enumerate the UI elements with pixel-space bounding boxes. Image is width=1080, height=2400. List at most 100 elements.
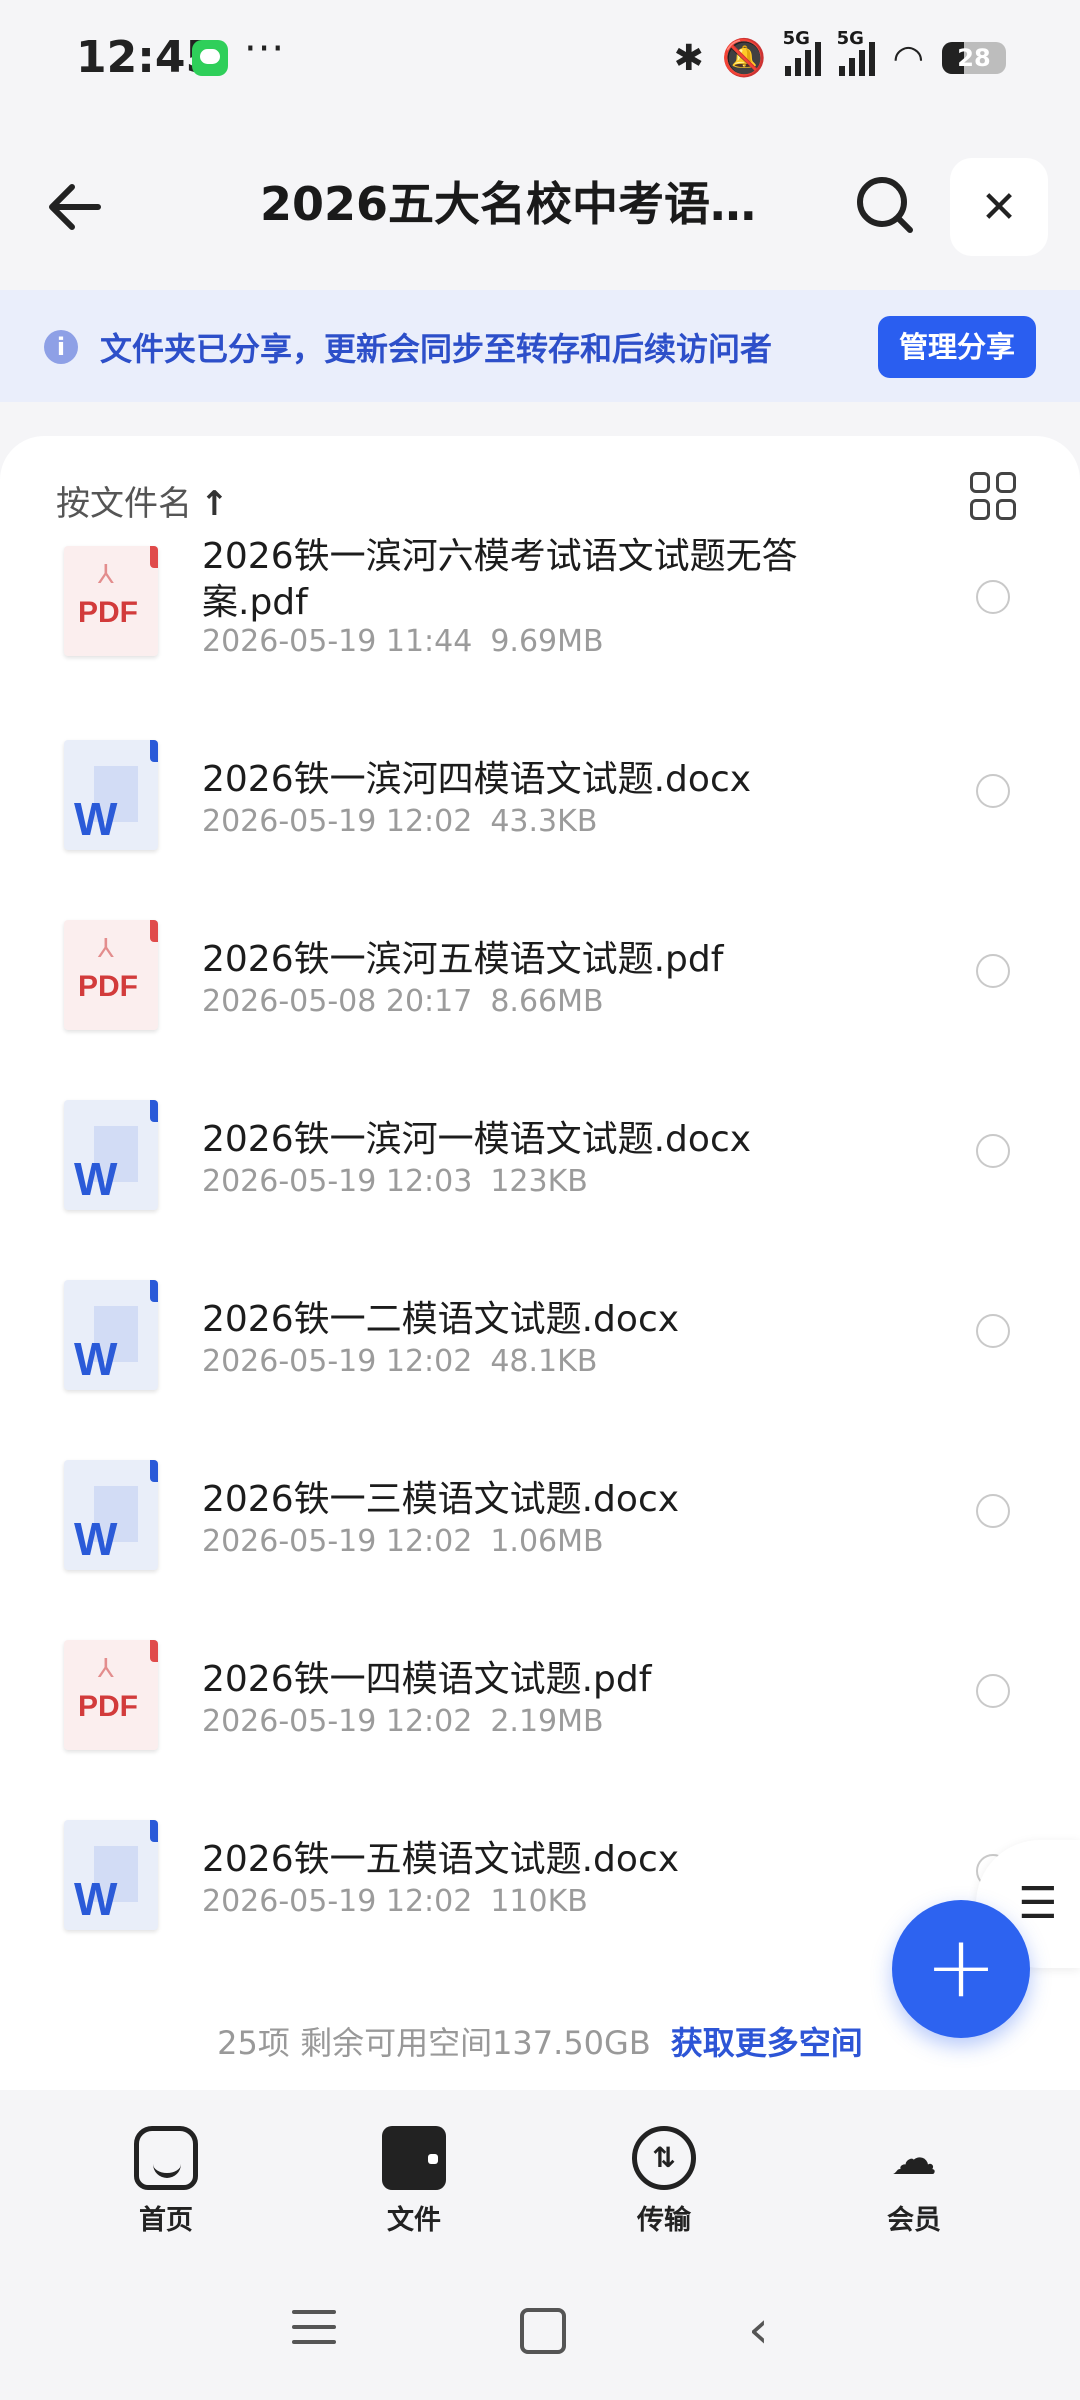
home-icon — [134, 2126, 198, 2190]
storage-summary: 25项 剩余可用空间137.50GB 获取更多空间 — [0, 2018, 1080, 2064]
bottom-nav: 首页 文件 ⇅ 传输 ☁ 会员 — [0, 2090, 1080, 2240]
file-sheet: 按文件名 ↑ ⅄ PDF 2026铁一滨河六模考试语文试题无答案.pdf 2026-… — [0, 436, 1080, 2090]
file-name: 2026铁一滨河四模语文试题.docx — [202, 759, 752, 800]
file-item[interactable]: W 2026铁一滨河四模语文试题.docx 2026-05-19 12:02 43… — [0, 740, 1080, 910]
file-item[interactable]: W 2026铁一二模语文试题.docx 2026-05-19 12:02 48.1… — [0, 1280, 1080, 1450]
file-size: 1.06MB — [490, 1524, 604, 1559]
system-back-button[interactable]: ‹ — [748, 2300, 769, 2360]
file-size: 2.19MB — [490, 1704, 604, 1739]
info-icon: i — [44, 330, 78, 364]
vip-cloud-icon: ☁ — [891, 2131, 937, 2185]
message-app-icon — [192, 40, 228, 76]
nav-label: 传输 — [637, 2205, 691, 2236]
file-date: 2026-05-19 12:02 — [202, 1704, 473, 1739]
file-meta: 2026-05-19 12:02 43.3KB — [202, 804, 597, 839]
file-meta: 2026-05-19 12:02 110KB — [202, 1884, 588, 1919]
file-size: 123KB — [490, 1164, 588, 1199]
sort-label: 按文件名 — [56, 484, 192, 524]
nav-label: 会员 — [887, 2205, 941, 2236]
nav-item-files[interactable]: 文件 — [334, 2126, 494, 2237]
file-date: 2026-05-19 12:02 — [202, 804, 473, 839]
file-meta: 2026-05-08 20:17 8.66MB — [202, 984, 604, 1019]
file-date: 2026-05-19 12:02 — [202, 1344, 473, 1379]
back-button[interactable] — [40, 172, 110, 242]
select-radio[interactable] — [976, 1494, 1010, 1528]
manage-share-button[interactable]: 管理分享 — [878, 316, 1036, 378]
arrow-left-icon — [49, 184, 101, 230]
grid-view-button[interactable] — [970, 472, 1018, 520]
file-name: 2026铁一三模语文试题.docx — [202, 1479, 680, 1520]
file-item[interactable]: W 2026铁一三模语文试题.docx 2026-05-19 12:02 1.06… — [0, 1460, 1080, 1630]
file-name: 2026铁一滨河一模语文试题.docx — [202, 1119, 752, 1160]
bluetooth-icon: ✱ — [673, 37, 704, 79]
file-date: 2026-05-19 11:44 — [202, 624, 473, 659]
select-radio[interactable] — [976, 580, 1010, 614]
file-meta: 2026-05-19 12:03 123KB — [202, 1164, 588, 1199]
file-item[interactable]: W 2026铁一滨河一模语文试题.docx 2026-05-19 12:03 12… — [0, 1100, 1080, 1270]
select-radio[interactable] — [976, 1134, 1010, 1168]
signal-5g-icon: 5G — [783, 28, 821, 76]
file-name: 2026铁一滨河六模考试语文试题无答案.pdf — [202, 536, 798, 623]
recent-apps-button[interactable] — [292, 2310, 336, 2346]
folder-icon — [382, 2126, 446, 2190]
share-banner-text: 文件夹已分享，更新会同步至转存和后续访问者 — [100, 330, 773, 368]
nav-label: 首页 — [139, 2205, 193, 2236]
select-radio[interactable] — [976, 954, 1010, 988]
pdf-file-icon: ⅄ PDF — [64, 546, 158, 656]
search-button[interactable] — [852, 172, 918, 238]
sort-arrow-up-icon: ↑ — [200, 484, 229, 524]
select-radio[interactable] — [976, 774, 1010, 808]
get-more-space-link[interactable]: 获取更多空间 — [671, 2024, 863, 2062]
word-file-icon: W — [64, 1820, 158, 1930]
sort-by-filename[interactable]: 按文件名 ↑ — [56, 476, 229, 525]
status-icons: ✱ 🔕 5G 5G ◠ 28 — [673, 28, 1006, 86]
file-item[interactable]: ⅄ PDF 2026铁一四模语文试题.pdf 2026-05-19 12:02 2.… — [0, 1640, 1080, 1810]
nav-item-home[interactable]: 首页 — [86, 2126, 246, 2237]
word-file-icon: W — [64, 1100, 158, 1210]
pdf-file-icon: ⅄ PDF — [64, 1640, 158, 1750]
nav-label: 文件 — [387, 2205, 441, 2236]
item-count-and-space: 25项 剩余可用空间137.50GB — [217, 2024, 651, 2062]
word-file-icon: W — [64, 740, 158, 850]
select-radio[interactable] — [976, 1314, 1010, 1348]
file-item[interactable]: ⅄ PDF 2026铁一滨河五模语文试题.pdf 2026-05-08 20:17… — [0, 920, 1080, 1090]
top-bar: 2026五大名校中考语文试卷 ✕ — [0, 150, 1080, 260]
pdf-file-icon: ⅄ PDF — [64, 920, 158, 1030]
select-radio[interactable] — [976, 1674, 1010, 1708]
file-size: 110KB — [490, 1884, 588, 1919]
add-button[interactable]: + — [892, 1900, 1030, 2038]
file-meta: 2026-05-19 12:02 48.1KB — [202, 1344, 597, 1379]
file-meta: 2026-05-19 12:02 2.19MB — [202, 1704, 604, 1739]
file-meta: 2026-05-19 12:02 1.06MB — [202, 1524, 604, 1559]
nav-item-transfer[interactable]: ⇅ 传输 — [584, 2126, 744, 2237]
word-file-icon: W — [64, 1460, 158, 1570]
file-name: 2026铁一滨河五模语文试题.pdf — [202, 939, 724, 980]
word-file-icon: W — [64, 1280, 158, 1390]
battery-icon: 28 — [942, 42, 1006, 74]
file-name: 2026铁一四模语文试题.pdf — [202, 1659, 652, 1700]
file-date: 2026-05-19 12:02 — [202, 1884, 473, 1919]
file-meta: 2026-05-19 11:44 9.69MB — [202, 624, 604, 659]
file-name: 2026铁一二模语文试题.docx — [202, 1299, 680, 1340]
page-title: 2026五大名校中考语文试卷 — [260, 177, 800, 231]
share-banner: i 文件夹已分享，更新会同步至转存和后续访问者 管理分享 — [0, 290, 1080, 402]
file-item[interactable]: ⅄ PDF 2026铁一滨河六模考试语文试题无答案.pdf 2026-05-19 … — [0, 536, 1080, 716]
home-button[interactable] — [520, 2308, 566, 2354]
file-size: 8.66MB — [490, 984, 604, 1019]
file-date: 2026-05-19 12:03 — [202, 1164, 473, 1199]
file-size: 48.1KB — [490, 1344, 598, 1379]
grid-icon — [970, 472, 990, 493]
close-button[interactable]: ✕ — [950, 158, 1048, 256]
file-name: 2026铁一五模语文试题.docx — [202, 1839, 680, 1880]
file-date: 2026-05-08 20:17 — [202, 984, 473, 1019]
more-notifications-icon: ··· — [244, 26, 286, 72]
file-size: 43.3KB — [490, 804, 598, 839]
signal-5g-icon-2: 5G — [837, 28, 875, 76]
status-bar: 12:45 ··· ✱ 🔕 5G 5G ◠ 28 — [0, 0, 1080, 120]
nav-item-vip[interactable]: ☁ 会员 — [834, 2126, 994, 2237]
wifi-icon: ◠ — [892, 37, 924, 79]
system-nav-bar: ‹ — [0, 2270, 1080, 2400]
transfer-icon: ⇅ — [632, 2126, 696, 2190]
mute-icon: 🔕 — [721, 38, 767, 79]
file-date: 2026-05-19 12:02 — [202, 1524, 473, 1559]
